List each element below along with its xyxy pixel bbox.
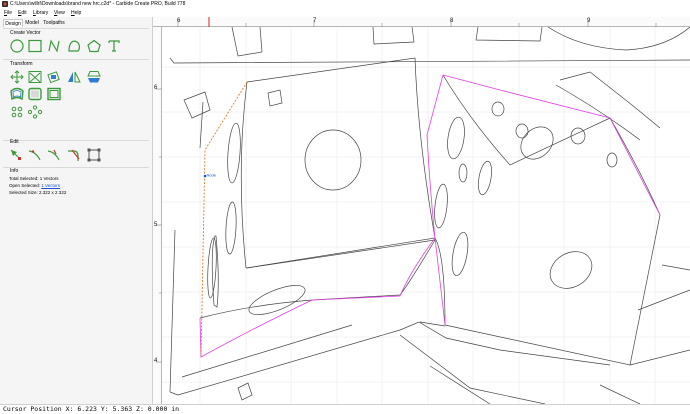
scale-icon[interactable] — [27, 70, 43, 84]
menu-file[interactable]: File — [4, 9, 12, 17]
array-circular-icon[interactable] — [27, 105, 43, 119]
info-open-selected: Open Selected: 1 Vectors — [9, 183, 60, 189]
top-ruler-ticks — [177, 17, 657, 27]
boolean-icon[interactable] — [46, 87, 62, 101]
cursor-position: Cursor Position X: 6.223 Y: 5.363 Z: 0.0… — [3, 405, 180, 413]
menu-bar: File Edit Library View Help — [0, 9, 690, 17]
ruler-label-8: 8 — [450, 18, 454, 24]
total-selected-value: 1 Vectors — [39, 176, 59, 181]
title-bar: C:\Users\willrl\Downloads\brand new hrc.… — [0, 0, 690, 9]
left-ruler-ticks — [156, 88, 162, 363]
circle-icon[interactable] — [9, 39, 25, 53]
array-grid-icon[interactable] — [9, 105, 25, 119]
fillet-icon[interactable] — [66, 148, 82, 162]
divider — [3, 28, 149, 29]
divider — [3, 140, 149, 141]
left-ruler: 6 5 4 — [153, 27, 162, 404]
open-selected-label: Open Selected: — [9, 183, 41, 188]
menu-library[interactable]: Library — [33, 9, 48, 17]
ruler-label-6: 6 — [177, 18, 181, 24]
ruler-label-9: 9 — [587, 18, 591, 24]
status-bar: Cursor Position X: 6.223 Y: 5.363 Z: 0.0… — [0, 404, 690, 414]
selected-size-value: 2.322 x 2.322 — [39, 190, 67, 195]
left-panel: Design Model Toolpaths Create Vector Tra… — [0, 17, 153, 404]
menu-view[interactable]: View — [54, 9, 65, 17]
divider — [3, 59, 149, 60]
selected-vector-top[interactable] — [442, 74, 661, 216]
ruler-label-left-5: 5 — [154, 222, 158, 228]
join-icon[interactable] — [27, 87, 43, 101]
move-icon[interactable] — [9, 70, 25, 84]
section-info: Info — [10, 168, 19, 174]
ruler-label-left-6: 6 — [154, 85, 158, 91]
ruler-label-7: 7 — [313, 18, 317, 24]
section-edit: Edit — [10, 139, 19, 145]
menu-edit[interactable]: Edit — [18, 9, 27, 17]
divider — [3, 167, 149, 168]
info-total-selected: Total Selected: 1 Vectors — [9, 176, 59, 182]
drawing-canvas[interactable]: Node — [162, 27, 690, 404]
total-selected-label: Total Selected: — [9, 176, 39, 181]
tab-toolpaths[interactable]: Toolpaths — [41, 19, 67, 27]
selected-size-label: Selected Size: — [9, 190, 38, 195]
menu-help[interactable]: Help — [71, 9, 81, 17]
vector-drawing[interactable]: Node — [162, 27, 690, 404]
polyline-icon[interactable] — [46, 39, 62, 53]
ruler-label-left-4: 4 — [154, 358, 158, 364]
tab-design[interactable]: Design — [3, 19, 23, 27]
mirror-icon[interactable] — [66, 70, 82, 84]
vectors — [169, 27, 690, 404]
tab-model[interactable]: Model — [23, 19, 41, 27]
section-create-vector: Create Vector — [10, 30, 41, 36]
align-icon[interactable] — [86, 70, 102, 84]
curve-icon[interactable] — [66, 39, 82, 53]
top-ruler: 6 7 8 9 — [153, 17, 690, 27]
node-label: Node — [207, 173, 217, 178]
section-transform: Transform — [10, 61, 33, 67]
info-selected-size: Selected Size: 2.322 x 2.322 — [9, 190, 66, 196]
split-icon[interactable] — [46, 148, 62, 162]
node-edit-icon[interactable] — [9, 148, 25, 162]
polygon-icon[interactable] — [86, 39, 102, 53]
rotate-icon[interactable] — [46, 70, 62, 84]
rectangle-icon[interactable] — [27, 39, 43, 53]
offset-icon[interactable] — [9, 87, 25, 101]
window-title: C:\Users\willrl\Downloads\brand new hrc.… — [10, 1, 186, 7]
box-select-icon[interactable] — [86, 148, 102, 162]
selected-vector-path[interactable] — [199, 74, 444, 358]
open-selected-link[interactable]: 1 Vectors — [41, 183, 60, 188]
carbide-app-icon — [2, 1, 8, 7]
trim-icon[interactable] — [27, 148, 43, 162]
text-icon[interactable] — [106, 39, 122, 53]
grid — [162, 27, 690, 404]
